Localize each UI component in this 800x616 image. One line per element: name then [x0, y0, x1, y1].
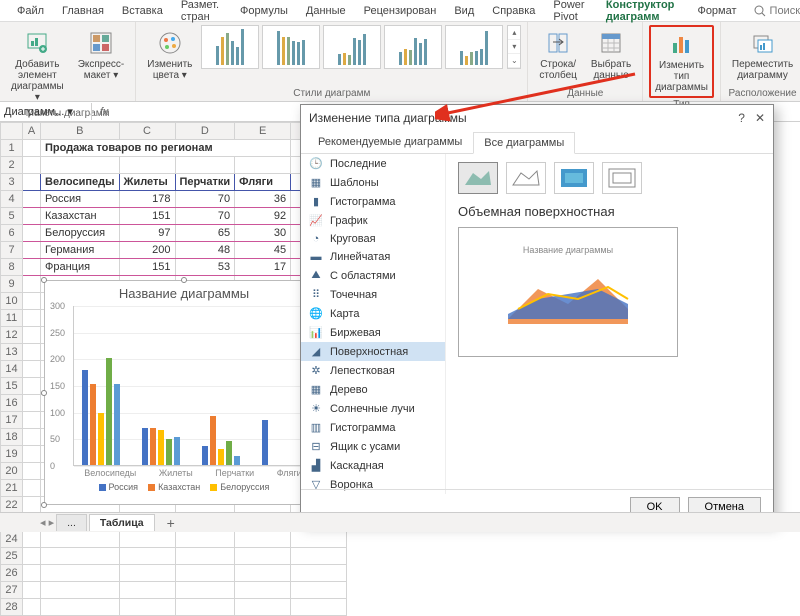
chart-type-list[interactable]: 🕒Последние▦Шаблоны▮Гистограмма📈График◔Кр… [301, 154, 446, 494]
chart-plot-area[interactable]: 050100150200250300 [73, 306, 313, 466]
dialog-title-text: Изменение типа диаграммы [309, 111, 467, 125]
change-colors-button[interactable]: Изменить цвета ▾ [142, 25, 197, 85]
group-layouts: Добавить элемент диаграммы ▾ Экспресс- м… [0, 22, 136, 101]
chart-title[interactable]: Название диаграммы [45, 281, 323, 306]
chart-type-1[interactable]: ▦Шаблоны [301, 173, 445, 192]
subtype-wireframe-surface[interactable] [506, 162, 546, 194]
chart-type-4[interactable]: ◔Круговая [301, 230, 445, 248]
tab-файл[interactable]: Файл [8, 2, 53, 20]
group-data-label: Данные [567, 88, 603, 99]
chart-type-6[interactable]: ⛰С областями [301, 266, 445, 285]
chart-style-gallery[interactable] [201, 25, 503, 69]
move-chart-button[interactable]: Переместить диаграмму [727, 25, 798, 85]
add-sheet-button[interactable]: + [157, 513, 185, 533]
dialog-tabs: Рекомендуемые диаграммы Все диаграммы [301, 131, 773, 154]
tab-all-charts[interactable]: Все диаграммы [473, 132, 575, 154]
chart-type-8[interactable]: 🌐Карта [301, 304, 445, 323]
style-thumb-1[interactable] [262, 25, 320, 69]
chart-type-preview: Объемная поверхностная Название диаграмм… [446, 154, 773, 494]
chart-type-13[interactable]: ☀Солнечные лучи [301, 399, 445, 418]
tab-данные[interactable]: Данные [297, 2, 355, 20]
chart-x-axis: ВелосипедыЖилетыПерчаткиФляги [73, 468, 313, 478]
select-data-button[interactable]: Выбрать данные [586, 25, 636, 85]
sheet-tab-bar: ◂ ▸ ... Таблица + [0, 512, 800, 532]
change-chart-type-button[interactable]: Изменить тип диаграммы [649, 25, 714, 98]
subtype-contour[interactable] [554, 162, 594, 194]
chart-type-10[interactable]: ◢Поверхностная [301, 342, 445, 361]
dialog-titlebar[interactable]: Изменение типа диаграммы ? ✕ [301, 105, 773, 131]
tab-recommended[interactable]: Рекомендуемые диаграммы [307, 131, 473, 153]
group-location-label: Расположение [729, 88, 797, 99]
preview-name: Объемная поверхностная [458, 204, 761, 219]
change-chart-type-dialog: Изменение типа диаграммы ? ✕ Рекомендуем… [300, 104, 774, 524]
sheet-tab-other[interactable]: ... [56, 514, 87, 531]
chart-type-7[interactable]: ⠿Точечная [301, 285, 445, 304]
style-thumb-3[interactable] [384, 25, 442, 69]
style-thumb-2[interactable] [323, 25, 381, 69]
ribbon-tabs: ФайлГлавнаяВставкаРазмет. странФормулыДа… [0, 0, 800, 22]
chart-type-15[interactable]: ⊟Ящик с усами [301, 437, 445, 456]
subtype-wire-contour[interactable] [602, 162, 642, 194]
chart-type-9[interactable]: 📊Биржевая [301, 323, 445, 342]
chart-type-14[interactable]: ▥Гистограмма [301, 418, 445, 437]
embedded-chart[interactable]: Название диаграммы 050100150200250300 Ве… [44, 280, 324, 505]
tab-главная[interactable]: Главная [53, 2, 113, 20]
style-thumb-4[interactable] [445, 25, 503, 69]
tab-формулы[interactable]: Формулы [231, 2, 297, 20]
tab-вставка[interactable]: Вставка [113, 2, 172, 20]
tab-вид[interactable]: Вид [445, 2, 483, 20]
chart-type-12[interactable]: ▦Дерево [301, 380, 445, 399]
group-styles: Изменить цвета ▾ ▴▾⌄ Стили диаграмм [136, 22, 528, 101]
add-chart-element-button[interactable]: Добавить элемент диаграммы ▾ [6, 25, 69, 107]
chart-type-5[interactable]: ▬Линейчатая [301, 248, 445, 266]
quick-layout-button[interactable]: Экспресс- макет ▾ [73, 25, 130, 85]
name-box[interactable]: Диаграмм... ▾ [0, 103, 92, 120]
chart-type-3[interactable]: 📈График [301, 211, 445, 230]
style-thumb-0[interactable] [201, 25, 259, 69]
chart-type-2[interactable]: ▮Гистограмма [301, 192, 445, 211]
search-box[interactable]: Поиск [754, 5, 800, 17]
group-styles-label: Стили диаграмм [293, 88, 370, 99]
close-icon[interactable]: ✕ [755, 111, 765, 125]
tab-справка[interactable]: Справка [483, 2, 544, 20]
group-data: Строка/ столбец Выбрать данные Данные [528, 22, 643, 101]
sheet-tab-active[interactable]: Таблица [89, 514, 155, 531]
tab-формат[interactable]: Формат [688, 2, 745, 20]
gallery-nav[interactable]: ▴▾⌄ [507, 25, 521, 69]
help-icon[interactable]: ? [738, 111, 745, 125]
fx-icon[interactable]: fx [92, 106, 117, 118]
group-location: Переместить диаграмму Расположение [721, 22, 800, 101]
chart-preview-thumbnail[interactable]: Название диаграммы [458, 227, 678, 357]
chart-type-11[interactable]: ✲Лепестковая [301, 361, 445, 380]
group-type: Изменить тип диаграммы Тип [643, 22, 721, 101]
switch-row-col-button[interactable]: Строка/ столбец [534, 25, 582, 85]
tab-рецензирован[interactable]: Рецензирован [355, 2, 446, 20]
chart-type-16[interactable]: ▟Каскадная [301, 456, 445, 475]
subtype-3d-surface[interactable] [458, 162, 498, 194]
chart-legend: РоссияКазахстанБелоруссия [45, 482, 323, 492]
ribbon: Добавить элемент диаграммы ▾ Экспресс- м… [0, 22, 800, 102]
chart-type-0[interactable]: 🕒Последние [301, 154, 445, 173]
